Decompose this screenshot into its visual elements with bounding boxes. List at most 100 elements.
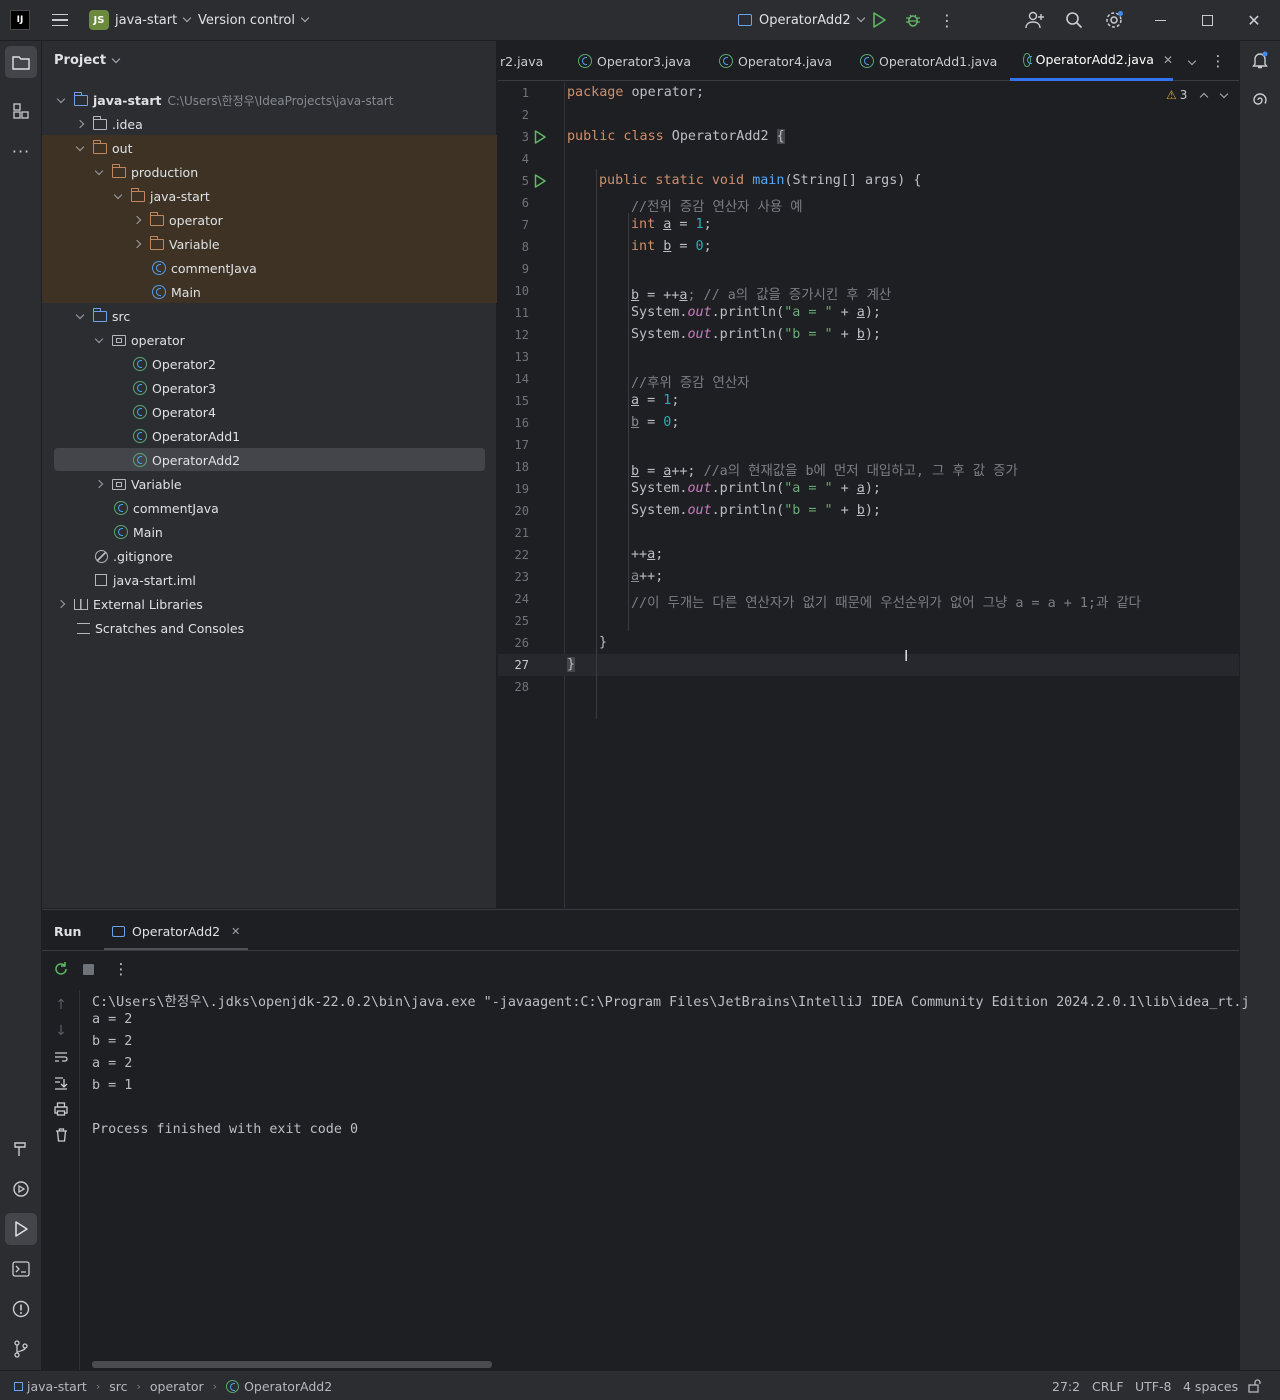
tree-row-gitignore[interactable]: .gitignore <box>42 544 497 568</box>
tab-operatoradd2[interactable]: OperatorAdd2.java ✕ <box>1010 41 1173 81</box>
code-with-me-icon[interactable] <box>1024 10 1046 30</box>
tree-row-idea[interactable]: .idea <box>42 112 497 136</box>
indent-setting[interactable]: 4 spaces <box>1183 1371 1238 1400</box>
minimize-window-icon[interactable] <box>1150 10 1170 30</box>
run-tool-icon[interactable] <box>5 1213 37 1245</box>
tab-operator2[interactable]: r2.java <box>500 41 543 81</box>
project-tool-folder-icon[interactable] <box>5 46 37 78</box>
tree-row-src-commentjava[interactable]: commentJava <box>42 496 497 520</box>
breadcrumb-item[interactable]: src <box>109 1379 127 1394</box>
print-icon[interactable] <box>52 1100 70 1118</box>
build-hammer-icon[interactable] <box>11 1139 31 1159</box>
tab-close-icon[interactable]: ✕ <box>1163 53 1173 67</box>
tree-row-scratches[interactable]: Scratches and Consoles <box>42 616 497 640</box>
line-separator[interactable]: CRLF <box>1092 1371 1124 1400</box>
scroll-to-end-icon[interactable] <box>52 1074 70 1092</box>
tab-operator4[interactable]: Operator4.java <box>719 41 832 81</box>
tree-row-external-libraries[interactable]: External Libraries <box>42 592 497 616</box>
breadcrumb-item[interactable]: OperatorAdd2 <box>244 1379 332 1394</box>
unlock-icon[interactable] <box>1246 1378 1262 1394</box>
more-actions-icon[interactable]: ⋮ <box>937 10 957 30</box>
breadcrumb-item[interactable]: operator <box>150 1379 204 1394</box>
tree-row-out-operator[interactable]: operator <box>42 208 497 232</box>
tree-row-operatoradd1[interactable]: OperatorAdd1 <box>42 424 497 448</box>
maximize-window-icon[interactable] <box>1197 10 1217 30</box>
run-config-selector[interactable]: OperatorAdd2 <box>738 0 865 40</box>
tab-label: r2.java <box>500 53 544 69</box>
search-icon[interactable] <box>1064 10 1084 30</box>
line-number: 16 <box>514 416 529 430</box>
file-encoding[interactable]: UTF-8 <box>1135 1371 1171 1400</box>
next-highlight-icon[interactable] <box>1220 89 1229 98</box>
code-line-8: int b = 0; <box>631 239 712 254</box>
line-number: 18 <box>514 460 529 474</box>
notifications-bell-icon[interactable] <box>1250 50 1270 70</box>
settings-gear-icon[interactable] <box>1103 10 1125 30</box>
problems-icon[interactable] <box>11 1299 31 1319</box>
main-menu-icon[interactable] <box>50 10 70 30</box>
tree-row-out[interactable]: out <box>42 136 497 160</box>
tree-label: Scratches and Consoles <box>95 620 245 636</box>
inspection-widget[interactable]: ⚠ 3 <box>1166 88 1229 102</box>
project-pane-header[interactable]: Project <box>54 53 121 68</box>
structure-tool-icon[interactable] <box>11 101 31 121</box>
line-number: 3 <box>521 130 529 144</box>
tree-row-src[interactable]: src <box>42 304 497 328</box>
tab-actions-more-icon[interactable]: ⋮ <box>1210 52 1226 70</box>
vcs-menu[interactable]: Version control <box>198 0 310 40</box>
tab-label: Operator3.java <box>597 53 692 69</box>
tree-row-src-main[interactable]: Main <box>42 520 497 544</box>
run-gutter-icon[interactable] <box>534 174 546 191</box>
tree-row-src-variable[interactable]: Variable <box>42 472 497 496</box>
tree-row-operator3[interactable]: Operator3 <box>42 376 497 400</box>
rerun-icon[interactable] <box>52 960 70 978</box>
run-gutter-icon[interactable] <box>534 130 546 147</box>
chevron-down-icon <box>75 310 85 319</box>
run-config-name: OperatorAdd2 <box>759 12 851 28</box>
tree-row-out-main[interactable]: Main <box>42 280 497 304</box>
ai-assistant-spiral-icon[interactable] <box>1250 90 1270 110</box>
tree-row-iml[interactable]: java-start.iml <box>42 568 497 592</box>
arrow-down-icon[interactable]: ↓ <box>52 1022 70 1040</box>
tab-list-chevron-icon[interactable] <box>1184 53 1200 69</box>
tree-row-out-commentjava[interactable]: commentJava <box>42 256 497 280</box>
tree-row-java-start[interactable]: java-start C:\Users\한정우\IdeaProjects\java… <box>42 88 497 112</box>
git-icon[interactable] <box>11 1339 31 1359</box>
runnable-class-icon <box>133 453 147 467</box>
chevron-right-icon <box>132 215 142 225</box>
tab-operatoradd1[interactable]: OperatorAdd1.java <box>860 41 997 81</box>
arrow-up-icon[interactable]: ↑ <box>52 996 70 1014</box>
horizontal-scrollbar[interactable] <box>92 1361 492 1368</box>
tab-operator3[interactable]: Operator3.java <box>578 41 691 81</box>
tree-label: java-start <box>93 92 162 108</box>
run-tab-close-icon[interactable]: ✕ <box>231 925 240 938</box>
tree-row-operator2[interactable]: Operator2 <box>42 352 497 376</box>
more-tools-icon[interactable]: ··· <box>11 141 31 161</box>
project-switcher[interactable]: JS java-start <box>89 0 192 40</box>
terminal-icon[interactable] <box>11 1259 31 1279</box>
tree-row-operatoradd2[interactable]: OperatorAdd2 <box>42 448 497 472</box>
close-window-icon[interactable]: ✕ <box>1244 10 1264 30</box>
trash-icon[interactable] <box>52 1126 70 1144</box>
tree-row-production[interactable]: production <box>42 160 497 184</box>
tree-label: out <box>112 140 133 156</box>
code-line-12: System.out.println("b = " + b); <box>631 327 881 342</box>
class-icon <box>860 54 874 68</box>
tree-row-operator4[interactable]: Operator4 <box>42 400 497 424</box>
services-icon[interactable] <box>11 1179 31 1199</box>
intellij-logo-icon[interactable]: IJ <box>10 10 30 30</box>
tree-row-out-java-start[interactable]: java-start <box>42 184 497 208</box>
soft-wrap-icon[interactable] <box>52 1048 70 1066</box>
tree-row-out-variable[interactable]: Variable <box>42 232 497 256</box>
run-more-options-icon[interactable]: ⋮ <box>112 960 130 978</box>
current-line-highlight <box>498 654 1239 676</box>
run-tab-operatoradd2[interactable]: OperatorAdd2 ✕ <box>104 914 249 951</box>
caret-position[interactable]: 27:2 <box>1052 1371 1080 1400</box>
breadcrumb-item[interactable]: java-start <box>27 1379 87 1394</box>
tree-row-src-operator[interactable]: operator <box>42 328 497 352</box>
run-button[interactable] <box>869 10 889 30</box>
debug-button[interactable] <box>903 10 923 30</box>
prev-highlight-icon[interactable] <box>1200 92 1209 101</box>
code-editor[interactable]: ⚠ 3 I 1 2 3 4 5 6 7 8 9 10 11 12 13 14 15… <box>498 82 1239 908</box>
chevron-down-icon <box>75 142 85 151</box>
